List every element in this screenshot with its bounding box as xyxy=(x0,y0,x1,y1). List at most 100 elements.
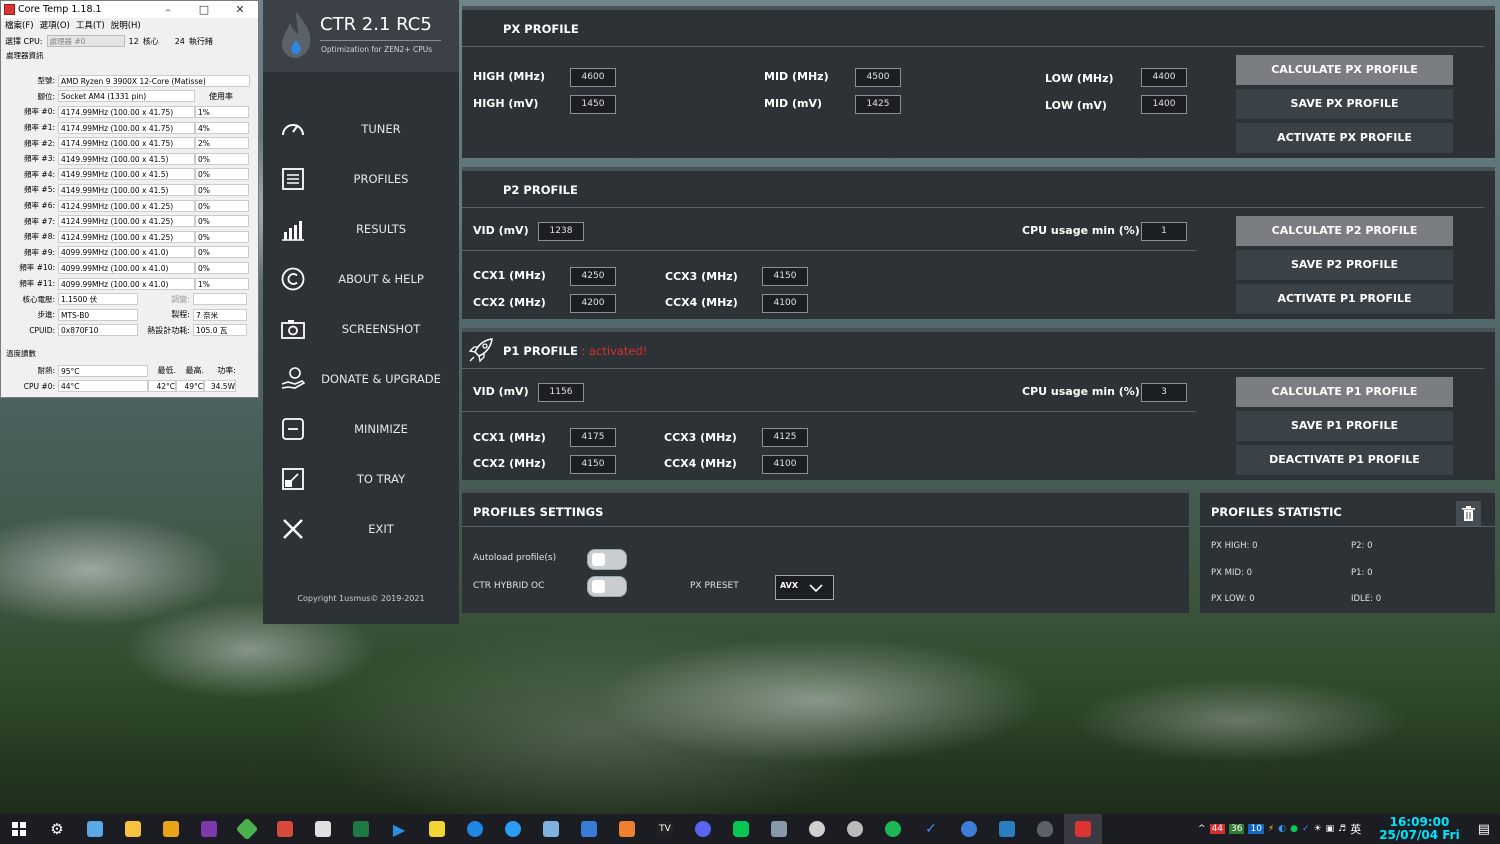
save-px-profile-button[interactable]: SAVE PX PROFILE xyxy=(1236,89,1453,119)
nav-tuner[interactable]: TUNER xyxy=(263,109,459,149)
p1-cpu-usage-input[interactable]: 3 xyxy=(1141,383,1187,402)
taskbar-app-6[interactable] xyxy=(266,814,304,844)
px-mid-mv-input[interactable]: 1425 xyxy=(855,95,901,114)
taskbar-settings[interactable]: ⚙ xyxy=(38,814,76,844)
xq-icon xyxy=(581,821,597,837)
cpu0-temp: 44°C xyxy=(58,380,148,393)
taskbar-app-14[interactable] xyxy=(570,814,608,844)
menu-tools[interactable]: 工具(T) xyxy=(76,19,105,31)
processor-info-group: 處理器資訊 xyxy=(6,51,44,60)
nav-to-tray[interactable]: TO TRAY xyxy=(263,459,459,499)
p2-cpu-usage-input[interactable]: 1 xyxy=(1141,222,1187,241)
tray-check-icon[interactable]: ✓ xyxy=(1302,824,1310,834)
taskbar-spotify[interactable] xyxy=(874,814,912,844)
close-icon[interactable]: ✕ xyxy=(222,3,258,16)
px-mid-mhz-input[interactable]: 4500 xyxy=(855,68,901,87)
tray-lightning-icon[interactable]: ⚡ xyxy=(1268,824,1274,834)
px-preset-dropdown[interactable]: AVX xyxy=(775,575,834,600)
tray-temp-badge-3[interactable]: 10 xyxy=(1248,824,1264,834)
save-p2-profile-button[interactable]: SAVE P2 PROFILE xyxy=(1236,250,1453,280)
taskbar-excel[interactable] xyxy=(342,814,380,844)
taskbar-app-20[interactable] xyxy=(798,814,836,844)
tray-brightness-icon[interactable]: ☀ xyxy=(1314,824,1322,834)
taskbar-line[interactable] xyxy=(722,814,760,844)
p2-ccx2-input[interactable]: 4200 xyxy=(570,294,616,313)
taskbar-qbittorrent[interactable] xyxy=(950,814,988,844)
taskbar-ctr[interactable] xyxy=(1026,814,1064,844)
menu-file[interactable]: 檔案(F) xyxy=(5,19,34,31)
cpu-select-dropdown[interactable]: 處理器 #0 xyxy=(46,35,125,47)
taskbar-app-12[interactable] xyxy=(494,814,532,844)
tray-ime-language[interactable]: 英 xyxy=(1350,821,1361,837)
taskbar-app-13[interactable] xyxy=(532,814,570,844)
taskbar-app-3[interactable] xyxy=(152,814,190,844)
taskbar-app-1[interactable] xyxy=(76,814,114,844)
activate-px-profile-button[interactable]: ACTIVATE PX PROFILE xyxy=(1236,123,1453,153)
coretemp-window[interactable]: Core Temp 1.18.1 – □ ✕ 檔案(F) 選項(O) 工具(T)… xyxy=(0,0,259,398)
tray-display-icon[interactable]: ▣ xyxy=(1326,824,1335,834)
taskbar-app-7[interactable] xyxy=(304,814,342,844)
nav-screenshot[interactable]: SCREENSHOT xyxy=(263,309,459,349)
taskbar-app-19[interactable] xyxy=(760,814,798,844)
p1-ccx2-input[interactable]: 4150 xyxy=(570,455,616,474)
tray-app-icon[interactable]: ◐ xyxy=(1278,824,1286,834)
taskbar-edge[interactable] xyxy=(456,814,494,844)
taskbar-discord[interactable] xyxy=(684,814,722,844)
tray-temp-badge-1[interactable]: 44 xyxy=(1209,824,1226,834)
nav-about-help[interactable]: ABOUT & HELP xyxy=(263,259,459,299)
start-button[interactable] xyxy=(0,814,38,844)
px-high-mhz-input[interactable]: 4600 xyxy=(570,68,616,87)
activate-p1-profile-button[interactable]: ACTIVATE P1 PROFILE xyxy=(1236,284,1453,314)
taskbar-clock[interactable]: 16:09:00 25/07/04 Fri xyxy=(1379,816,1460,842)
edge-icon xyxy=(467,821,483,837)
taskbar-explorer[interactable] xyxy=(114,814,152,844)
clear-stats-button[interactable] xyxy=(1456,501,1481,526)
nav-exit[interactable]: EXIT xyxy=(263,509,459,549)
nav-donate-upgrade[interactable]: DONATE & UPGRADE xyxy=(263,359,459,399)
deactivate-p1-profile-button[interactable]: DEACTIVATE P1 PROFILE xyxy=(1236,445,1453,475)
notification-center-icon[interactable]: ▤ xyxy=(1478,822,1490,837)
nav-results[interactable]: RESULTS xyxy=(263,209,459,249)
autoload-label: Autoload profile(s) xyxy=(473,553,557,563)
calculate-p1-profile-button[interactable]: CALCULATE P1 PROFILE xyxy=(1236,377,1453,407)
coretemp-titlebar[interactable]: Core Temp 1.18.1 – □ ✕ xyxy=(1,1,258,18)
taskbar-app-21[interactable] xyxy=(836,814,874,844)
p1-vid-input[interactable]: 1156 xyxy=(538,383,584,402)
px-low-mhz-input[interactable]: 4400 xyxy=(1141,68,1187,87)
px-profile-panel: PX PROFILE HIGH (MHz) 4600 MID (MHz) 450… xyxy=(462,6,1495,158)
p2-ccx1-input[interactable]: 4250 xyxy=(570,267,616,286)
save-p1-profile-button[interactable]: SAVE P1 PROFILE xyxy=(1236,411,1453,441)
tray-volume-icon[interactable]: ♬ xyxy=(1338,824,1346,834)
tray-temp-badge-2[interactable]: 36 xyxy=(1229,824,1245,834)
calculate-px-profile-button[interactable]: CALCULATE PX PROFILE xyxy=(1236,55,1453,85)
autoload-toggle[interactable] xyxy=(587,549,627,570)
cpu0-label: CPU #0: xyxy=(23,381,55,391)
nav-minimize[interactable]: MINIMIZE xyxy=(263,409,459,449)
p2-ccx3-input[interactable]: 4150 xyxy=(762,267,808,286)
taskbar-app-16[interactable]: TV xyxy=(646,814,684,844)
p1-ccx1-input[interactable]: 4175 xyxy=(570,428,616,447)
maximize-icon[interactable]: □ xyxy=(186,3,222,16)
taskbar-app-5[interactable] xyxy=(228,814,266,844)
taskbar-app-25[interactable] xyxy=(988,814,1026,844)
px-low-mv-input[interactable]: 1400 xyxy=(1141,95,1187,114)
taskbar-onenote[interactable] xyxy=(190,814,228,844)
p2-ccx4-input[interactable]: 4100 xyxy=(762,294,808,313)
tray-line-icon[interactable]: ● xyxy=(1290,824,1298,834)
p1-ccx3-input[interactable]: 4125 xyxy=(762,428,808,447)
taskbar-app-23[interactable]: ✓ xyxy=(912,814,950,844)
menu-help[interactable]: 說明(H) xyxy=(111,19,141,31)
taskbar-coretemp[interactable] xyxy=(1064,814,1102,844)
hybrid-oc-toggle[interactable] xyxy=(587,576,627,597)
px-high-mv-input[interactable]: 1450 xyxy=(570,95,616,114)
nav-profiles[interactable]: PROFILES xyxy=(263,159,459,199)
minimize-icon[interactable]: – xyxy=(150,3,186,16)
taskbar-app-10[interactable] xyxy=(418,814,456,844)
calculate-p2-profile-button[interactable]: CALCULATE P2 PROFILE xyxy=(1236,216,1453,246)
taskbar-player[interactable]: ▶ xyxy=(380,814,418,844)
p1-ccx4-input[interactable]: 4100 xyxy=(762,455,808,474)
taskbar-app-15[interactable] xyxy=(608,814,646,844)
menu-options[interactable]: 選項(O) xyxy=(40,19,70,31)
p2-vid-input[interactable]: 1238 xyxy=(538,222,584,241)
tray-overflow-chevron[interactable]: ^ xyxy=(1198,824,1206,834)
